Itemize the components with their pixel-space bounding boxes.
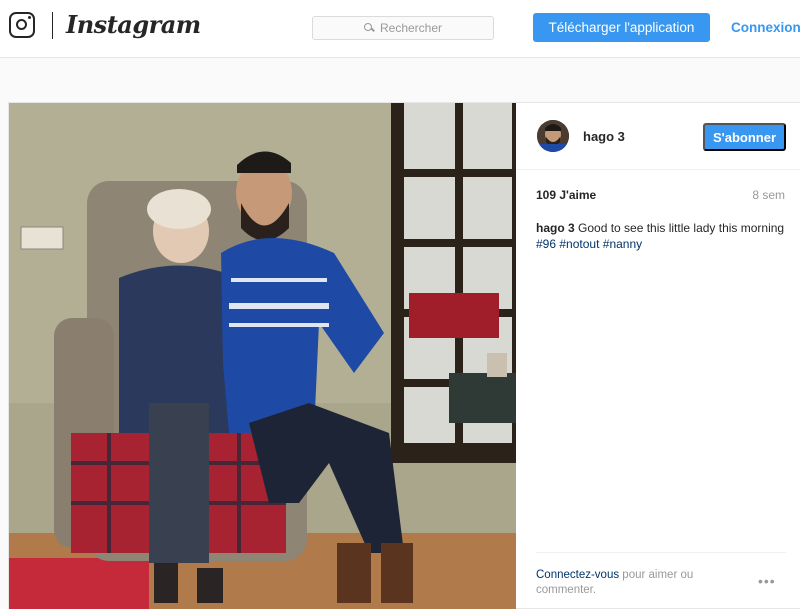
login-link[interactable]: Connexion bbox=[731, 20, 800, 35]
post-time[interactable]: 8 sem bbox=[752, 188, 785, 202]
login-prompt-link[interactable]: Connectez-vous bbox=[536, 569, 619, 581]
follow-button[interactable]: S'abonner bbox=[703, 123, 786, 151]
hashtag-nanny[interactable]: #nanny bbox=[603, 237, 642, 251]
logo-divider bbox=[52, 12, 53, 39]
instagram-wordmark[interactable]: Instagram bbox=[66, 10, 201, 39]
post-photo-illustration bbox=[9, 103, 516, 609]
panel-divider bbox=[536, 552, 786, 553]
hashtag-96[interactable]: #96 bbox=[536, 237, 556, 251]
instagram-camera-icon[interactable] bbox=[9, 12, 35, 38]
more-options-icon[interactable]: ••• bbox=[758, 573, 776, 589]
hashtag-notout[interactable]: #notout bbox=[559, 237, 599, 251]
post-caption: hago 3 Good to see this little lady this… bbox=[536, 220, 786, 252]
post-photo[interactable] bbox=[9, 103, 516, 609]
search-input[interactable]: Rechercher bbox=[312, 16, 494, 40]
download-app-button[interactable]: Télécharger l'application bbox=[533, 13, 710, 42]
search-placeholder: Rechercher bbox=[379, 21, 443, 35]
post-header: hago 3 S'abonner bbox=[516, 103, 800, 170]
likes-count[interactable]: 109 J'aime bbox=[536, 188, 596, 202]
caption-username[interactable]: hago 3 bbox=[536, 221, 575, 235]
user-avatar[interactable] bbox=[537, 120, 569, 152]
login-prompt: Connectez-vous pour aimer ou commenter. bbox=[536, 568, 736, 598]
caption-text: Good to see this little lady this mornin… bbox=[574, 221, 785, 235]
top-navigation-bar: Instagram Rechercher Télécharger l'appli… bbox=[0, 0, 800, 58]
search-icon bbox=[363, 22, 375, 34]
post-side-panel: hago 3 S'abonner 109 J'aime 8 sem hago 3… bbox=[516, 103, 800, 609]
post-card: hago 3 S'abonner 109 J'aime 8 sem hago 3… bbox=[8, 102, 800, 609]
post-username[interactable]: hago 3 bbox=[583, 129, 625, 144]
